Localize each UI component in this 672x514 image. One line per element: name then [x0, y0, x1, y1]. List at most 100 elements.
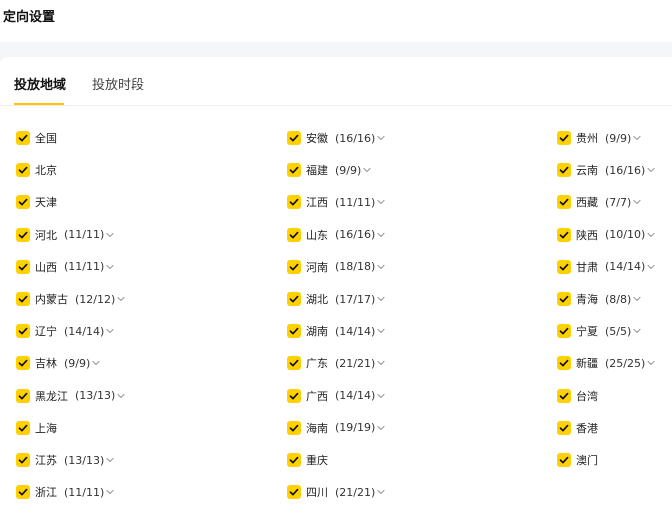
- tab-schedule[interactable]: 投放时段: [92, 74, 144, 93]
- region-item[interactable]: 安徽 (16/16): [287, 129, 385, 147]
- region-item[interactable]: 广西 (14/14): [287, 387, 385, 405]
- region-checkbox[interactable]: [16, 420, 30, 435]
- region-item[interactable]: 内蒙古 (12/12): [16, 290, 125, 308]
- chevron-down-icon[interactable]: [633, 328, 641, 334]
- chevron-down-icon[interactable]: [377, 296, 385, 302]
- region-checkbox[interactable]: [287, 195, 301, 210]
- region-checkbox[interactable]: [16, 227, 30, 242]
- region-item[interactable]: 甘肃 (14/14): [557, 258, 655, 276]
- region-item[interactable]: 黑龙江 (13/13): [16, 387, 125, 405]
- checkmark-icon: [18, 231, 28, 239]
- region-checkbox[interactable]: [557, 292, 571, 306]
- region-checkbox[interactable]: [557, 420, 571, 435]
- region-checkbox[interactable]: [287, 453, 301, 467]
- region-item[interactable]: 江西 (11/11): [287, 193, 385, 211]
- region-item[interactable]: 上海: [16, 419, 57, 437]
- region-checkbox[interactable]: [557, 324, 571, 339]
- chevron-down-icon[interactable]: [377, 360, 385, 366]
- chevron-down-icon[interactable]: [117, 296, 125, 302]
- chevron-down-icon[interactable]: [377, 328, 385, 334]
- region-checkbox[interactable]: [16, 259, 30, 274]
- region-checkbox[interactable]: [287, 420, 301, 435]
- chevron-down-icon[interactable]: [377, 199, 385, 205]
- region-item[interactable]: 山西 (11/11): [16, 258, 114, 276]
- region-checkbox[interactable]: [557, 356, 571, 371]
- chevron-down-icon[interactable]: [363, 167, 371, 173]
- region-checkbox[interactable]: [557, 195, 571, 210]
- chevron-down-icon[interactable]: [377, 393, 385, 399]
- region-item[interactable]: 四川 (21/21): [287, 483, 385, 501]
- region-item[interactable]: 辽宁 (14/14): [16, 322, 114, 340]
- region-item[interactable]: 湖北 (17/17): [287, 290, 385, 308]
- region-item[interactable]: 新疆 (25/25): [557, 354, 655, 372]
- chevron-down-icon[interactable]: [377, 264, 385, 270]
- chevron-down-icon[interactable]: [647, 232, 655, 238]
- chevron-down-icon[interactable]: [377, 425, 385, 431]
- region-checkbox[interactable]: [557, 227, 571, 242]
- region-checkbox[interactable]: [557, 131, 571, 145]
- region-item[interactable]: 天津: [16, 193, 57, 211]
- region-item[interactable]: 台湾: [557, 387, 598, 405]
- region-item[interactable]: 河北 (11/11): [16, 226, 114, 244]
- region-item[interactable]: 河南 (18/18): [287, 258, 385, 276]
- chevron-down-icon[interactable]: [633, 199, 641, 205]
- region-checkbox[interactable]: [16, 195, 30, 210]
- chevron-down-icon[interactable]: [106, 232, 114, 238]
- region-checkbox[interactable]: [287, 324, 301, 339]
- region-checkbox[interactable]: [287, 292, 301, 306]
- region-checkbox[interactable]: [16, 485, 30, 500]
- region-item[interactable]: 青海 (8/8): [557, 290, 641, 308]
- region-item[interactable]: 西藏 (7/7): [557, 193, 641, 211]
- region-item[interactable]: 福建 (9/9): [287, 161, 371, 179]
- chevron-down-icon[interactable]: [377, 135, 385, 141]
- region-item[interactable]: 全国: [16, 129, 57, 147]
- region-item[interactable]: 吉林 (9/9): [16, 354, 100, 372]
- region-checkbox[interactable]: [16, 292, 30, 306]
- chevron-down-icon[interactable]: [647, 167, 655, 173]
- region-checkbox[interactable]: [557, 163, 571, 178]
- region-checkbox[interactable]: [16, 163, 30, 178]
- chevron-down-icon[interactable]: [647, 360, 655, 366]
- chevron-down-icon[interactable]: [647, 264, 655, 270]
- region-checkbox[interactable]: [16, 324, 30, 339]
- region-item[interactable]: 浙江 (11/11): [16, 483, 114, 501]
- region-checkbox[interactable]: [557, 388, 571, 403]
- region-checkbox[interactable]: [557, 259, 571, 274]
- region-checkbox[interactable]: [16, 388, 30, 403]
- region-checkbox[interactable]: [287, 388, 301, 403]
- region-checkbox[interactable]: [287, 485, 301, 500]
- region-item[interactable]: 重庆: [287, 451, 328, 469]
- chevron-down-icon[interactable]: [633, 135, 641, 141]
- region-checkbox[interactable]: [16, 131, 30, 145]
- region-checkbox[interactable]: [287, 227, 301, 242]
- chevron-down-icon[interactable]: [117, 393, 125, 399]
- region-checkbox[interactable]: [557, 453, 571, 467]
- region-item[interactable]: 贵州 (9/9): [557, 129, 641, 147]
- chevron-down-icon[interactable]: [92, 360, 100, 366]
- region-item[interactable]: 海南 (19/19): [287, 419, 385, 437]
- region-checkbox[interactable]: [287, 131, 301, 145]
- tab-region[interactable]: 投放地域: [14, 74, 66, 93]
- chevron-down-icon[interactable]: [106, 264, 114, 270]
- chevron-down-icon[interactable]: [377, 489, 385, 495]
- region-item[interactable]: 宁夏 (5/5): [557, 322, 641, 340]
- region-item[interactable]: 香港: [557, 419, 598, 437]
- region-item[interactable]: 江苏 (13/13): [16, 451, 114, 469]
- region-item[interactable]: 山东 (16/16): [287, 226, 385, 244]
- region-checkbox[interactable]: [16, 356, 30, 371]
- region-item[interactable]: 澳门: [557, 451, 598, 469]
- region-checkbox[interactable]: [16, 453, 30, 467]
- chevron-down-icon[interactable]: [106, 489, 114, 495]
- chevron-down-icon[interactable]: [106, 328, 114, 334]
- region-item[interactable]: 陕西 (10/10): [557, 226, 655, 244]
- region-item[interactable]: 湖南 (14/14): [287, 322, 385, 340]
- region-checkbox[interactable]: [287, 259, 301, 274]
- region-item[interactable]: 广东 (21/21): [287, 354, 385, 372]
- region-checkbox[interactable]: [287, 163, 301, 178]
- chevron-down-icon[interactable]: [633, 296, 641, 302]
- region-checkbox[interactable]: [287, 356, 301, 371]
- region-item[interactable]: 北京: [16, 161, 57, 179]
- region-item[interactable]: 云南 (16/16): [557, 161, 655, 179]
- chevron-down-icon[interactable]: [106, 457, 114, 463]
- chevron-down-icon[interactable]: [377, 232, 385, 238]
